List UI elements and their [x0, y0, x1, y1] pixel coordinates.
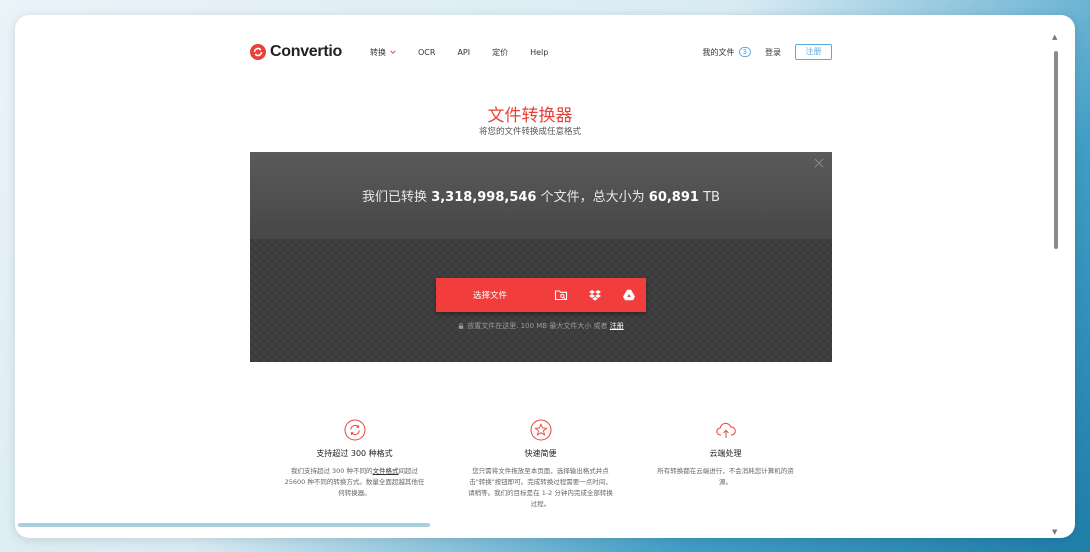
lock-icon [459, 323, 464, 329]
my-files-count-badge: 3 [738, 47, 751, 57]
nav-convert-label: 转换 [369, 47, 386, 57]
from-computer-button[interactable] [544, 278, 578, 312]
feature-formats: 支持超过 300 种格式 我们支持超过 300 种不同的文件格式间超过 2560… [282, 419, 427, 499]
feature-fast-easy: 快速简便 您只需将文件拖放至本页面，选择输出格式并点击"转换"按钮即可。完成转换… [468, 419, 613, 510]
signup-button[interactable]: 注册 [795, 44, 832, 60]
feature-formats-text-before: 我们支持超过 300 种不同的 [290, 467, 373, 475]
logo-text: Convertio [270, 43, 342, 60]
feature-fast-easy-text: 您只需将文件拖放至本页面，选择输出格式并点击"转换"按钮即可。完成转换过程需要一… [468, 467, 613, 508]
nav-ocr[interactable]: OCR [418, 48, 435, 57]
feature-cloud: 云端处理 所有转换都在云端进行，不会消耗您计算机的资源。 [653, 419, 798, 488]
site-header: Convertio 转换 OCR API 定价 Help 我的文件 3 登录 注… [250, 41, 832, 63]
conversion-stats: 我们已转换 3,318,998,546 个文件，总大小为 60,891 TB [250, 186, 832, 205]
dropbox-icon [589, 290, 601, 301]
my-files-link[interactable]: 我的文件 3 [703, 47, 751, 58]
stats-middle: 个文件，总大小为 [540, 190, 645, 205]
nav-api[interactable]: API [457, 48, 470, 57]
stats-prefix: 我们已转换 [362, 190, 428, 205]
drop-note-signup-link[interactable]: 注册 [610, 322, 624, 330]
file-source-bar: 选择文件 [436, 278, 646, 312]
feature-cloud-text: 所有转换都在云端进行，不会消耗您计算机的资源。 [657, 467, 794, 486]
converter-panel: 我们已转换 3,318,998,546 个文件，总大小为 60,891 TB 选… [250, 152, 832, 362]
folder-search-icon [554, 290, 568, 301]
convertio-logo-icon [250, 44, 266, 60]
nav-pricing[interactable]: 定价 [492, 47, 508, 58]
google-drive-icon [623, 289, 635, 301]
login-link[interactable]: 登录 [765, 47, 781, 58]
drop-note-text: 放置文件在这里. 100 MB 最大文件大小 或者 [467, 322, 608, 330]
feature-cloud-title: 云端处理 [709, 449, 742, 458]
from-google-drive-button[interactable] [612, 278, 646, 312]
star-icon [530, 419, 551, 441]
nav-convert[interactable]: 转换 [370, 47, 396, 58]
page-viewport: Convertio 转换 OCR API 定价 Help 我的文件 3 登录 注… [15, 15, 1045, 525]
nav-help[interactable]: Help [530, 48, 548, 57]
feature-formats-text: 我们支持超过 300 种不同的文件格式间超过 25600 种不同的转换方式。数量… [282, 466, 427, 499]
file-formats-link[interactable]: 文件格式 [373, 467, 399, 475]
page-title: 文件转换器 [487, 106, 573, 126]
features-section: 支持超过 300 种格式 我们支持超过 300 种不同的文件格式间超过 2560… [250, 419, 832, 525]
stats-files-count: 3,318,998,546 [431, 190, 537, 205]
stats-total-size: 60,891 [648, 190, 699, 205]
stats-banner: 我们已转换 3,318,998,546 个文件，总大小为 60,891 TB [250, 152, 832, 239]
stats-unit: TB [703, 190, 720, 205]
header-actions: 我的文件 3 登录 注册 [703, 44, 832, 60]
drop-note: 放置文件在这里. 100 MB 最大文件大小 或者 注册 [250, 321, 832, 331]
choose-files-button[interactable]: 选择文件 [436, 289, 544, 301]
from-dropbox-button[interactable] [578, 278, 612, 312]
page-subtitle: 将您的文件转换成任意格式 [478, 127, 581, 137]
chevron-down-icon [390, 50, 396, 54]
scroll-thumb[interactable] [1054, 51, 1058, 249]
feature-fast-easy-title: 快速简便 [524, 449, 557, 458]
scroll-up-arrow-icon[interactable]: ▲ [1052, 33, 1057, 41]
feature-formats-title: 支持超过 300 种格式 [316, 449, 393, 458]
main-nav: 转换 OCR API 定价 Help [370, 47, 548, 58]
horizontal-scrollbar[interactable] [18, 523, 430, 527]
logo[interactable]: Convertio [250, 43, 342, 61]
browser-window: Convertio 转换 OCR API 定价 Help 我的文件 3 登录 注… [15, 15, 1075, 538]
vertical-scrollbar[interactable]: ▲ ▼ [1051, 33, 1061, 536]
my-files-label: 我的文件 [702, 47, 735, 57]
refresh-icon [344, 419, 365, 441]
cloud-upload-icon [715, 422, 736, 438]
close-icon[interactable] [814, 158, 824, 168]
scroll-down-arrow-icon[interactable]: ▼ [1052, 528, 1057, 536]
